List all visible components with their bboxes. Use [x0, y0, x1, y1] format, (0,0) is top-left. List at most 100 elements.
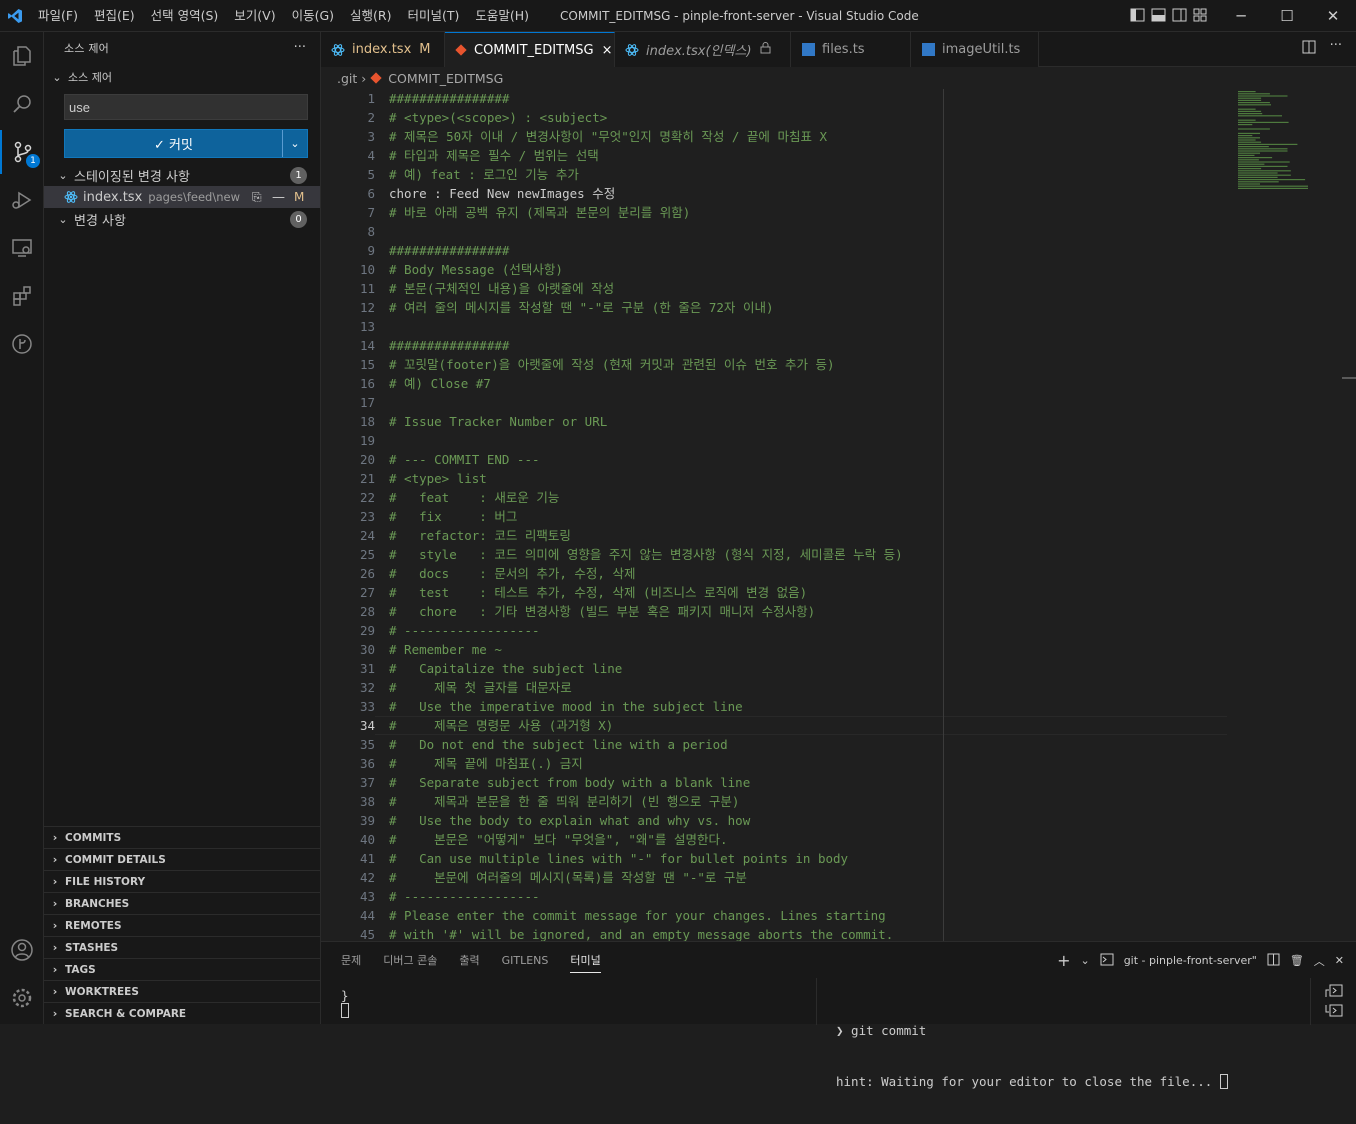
- code-line[interactable]: # 본문에 여러줄의 메시지(목록)를 작성할 땐 "-"로 구분: [389, 868, 1289, 887]
- open-file-icon[interactable]: ⎘: [252, 190, 262, 205]
- code-line[interactable]: # <type> list: [389, 469, 1289, 488]
- code-line[interactable]: chore : Feed New newImages 수정: [389, 184, 1289, 203]
- changes-header[interactable]: ⌄ 변경 사항 0: [44, 208, 320, 230]
- menu-item[interactable]: 선택 영역(S): [143, 0, 227, 32]
- code-line[interactable]: ################: [389, 336, 1289, 355]
- gitlens-section-remotes[interactable]: › REMOTES: [44, 914, 320, 936]
- code-line[interactable]: # 본문은 "어떻게" 보다 "무엇을", "왜"를 설명한다.: [389, 830, 1289, 849]
- code-line[interactable]: [389, 317, 1289, 336]
- minimize-button[interactable]: ─: [1218, 0, 1264, 32]
- split-terminal-icon[interactable]: [1267, 953, 1280, 969]
- breadcrumb-file[interactable]: COMMIT_EDITMSG: [388, 71, 503, 86]
- terminal-left-output[interactable]: }: [341, 988, 349, 1018]
- search-icon[interactable]: [0, 82, 44, 126]
- close-panel-icon[interactable]: ✕: [1335, 954, 1344, 967]
- code-line[interactable]: [389, 222, 1289, 241]
- commit-button[interactable]: ✓ 커밋 ⌄: [64, 129, 308, 158]
- vertical-scrollbar[interactable]: [1342, 89, 1356, 941]
- panel-tab[interactable]: 터미널: [570, 948, 601, 973]
- code-line[interactable]: # 제목 첫 글자를 대문자로: [389, 678, 1289, 697]
- tab-commit-editmsg[interactable]: COMMIT_EDITMSG ×: [445, 32, 615, 67]
- breadcrumb-folder[interactable]: .git: [337, 71, 357, 86]
- gitlens-icon[interactable]: [0, 322, 44, 366]
- code-line[interactable]: # Use the imperative mood in the subject…: [389, 697, 1289, 716]
- gitlens-section-stashes[interactable]: › STASHES: [44, 936, 320, 958]
- code-line[interactable]: # 바로 아래 공백 유지 (제목과 본문의 분리를 위함): [389, 203, 1289, 222]
- toggle-panel-icon[interactable]: [1151, 8, 1166, 22]
- explorer-icon[interactable]: [0, 34, 44, 78]
- code-line[interactable]: # 여러 줄의 메시지를 작성할 땐 "-"로 구분 (한 줄은 72자 이내): [389, 298, 1289, 317]
- gitlens-section-commits[interactable]: › COMMITS: [44, 826, 320, 848]
- menu-item[interactable]: 보기(V): [226, 0, 283, 32]
- extensions-icon[interactable]: [0, 274, 44, 318]
- panel-tab[interactable]: 출력: [459, 948, 479, 972]
- customize-layout-icon[interactable]: [1193, 8, 1208, 22]
- more-actions-icon[interactable]: ···: [294, 40, 306, 55]
- run-debug-icon[interactable]: [0, 178, 44, 222]
- code-line[interactable]: # 예) Close #7: [389, 374, 1289, 393]
- code-line[interactable]: # chore : 기타 변경사항 (빌드 부분 혹은 패키지 매니저 수정사항…: [389, 602, 1289, 621]
- terminal-right-output[interactable]: ❯ git commit hint: Waiting for your edit…: [836, 988, 1228, 1124]
- minimap[interactable]: [1236, 89, 1336, 199]
- code-line[interactable]: # 제목은 명령문 사용 (과거형 X): [389, 716, 1289, 735]
- account-icon[interactable]: [0, 928, 44, 972]
- code-line[interactable]: # <type>(<scope>) : <subject>: [389, 108, 1289, 127]
- code-line[interactable]: # Remember me ~: [389, 640, 1289, 659]
- remote-explorer-icon[interactable]: [0, 226, 44, 270]
- code-line[interactable]: # Body Message (선택사항): [389, 260, 1289, 279]
- code-line[interactable]: # Can use multiple lines with "-" for bu…: [389, 849, 1289, 868]
- close-window-button[interactable]: ✕: [1310, 0, 1356, 32]
- terminal-instance-icon[interactable]: [1325, 1004, 1343, 1022]
- split-editor-icon[interactable]: [1302, 40, 1316, 58]
- gitlens-section-tags[interactable]: › TAGS: [44, 958, 320, 980]
- tab-imageutil-ts[interactable]: imageUtil.ts: [911, 32, 1039, 67]
- unstage-icon[interactable]: —: [272, 190, 285, 205]
- menu-item[interactable]: 도움말(H): [467, 0, 537, 32]
- code-line[interactable]: # 제목 끝에 마침표(.) 금지: [389, 754, 1289, 773]
- panel-tab[interactable]: GITLENS: [502, 950, 549, 971]
- code-line[interactable]: # 타입과 제목은 필수 / 범위는 선택: [389, 146, 1289, 165]
- terminal-name[interactable]: git - pinple-front-server": [1124, 954, 1257, 967]
- code-line[interactable]: # --- COMMIT END ---: [389, 450, 1289, 469]
- menu-item[interactable]: 터미널(T): [400, 0, 468, 32]
- code-line[interactable]: # 제목은 50자 이내 / 변경사항이 "무엇"인지 명확히 작성 / 끝에 …: [389, 127, 1289, 146]
- maximize-button[interactable]: ☐: [1264, 0, 1310, 32]
- code-line[interactable]: # ------------------: [389, 887, 1289, 906]
- more-actions-icon[interactable]: ···: [1330, 39, 1342, 58]
- trash-icon[interactable]: 🗑: [1290, 954, 1304, 967]
- commit-message-input[interactable]: [64, 94, 308, 120]
- chevron-down-icon[interactable]: ⌄: [1080, 954, 1089, 967]
- new-terminal-icon[interactable]: +: [1057, 951, 1070, 970]
- code-line[interactable]: # fix : 버그: [389, 507, 1289, 526]
- settings-gear-icon[interactable]: [0, 976, 44, 1020]
- gitlens-section-worktrees[interactable]: › WORKTREES: [44, 980, 320, 1002]
- code-line[interactable]: # Use the body to explain what and why v…: [389, 811, 1289, 830]
- menu-item[interactable]: 파일(F): [30, 0, 86, 32]
- gitlens-section-search-compare[interactable]: › SEARCH & COMPARE: [44, 1002, 320, 1024]
- code-line[interactable]: # 본문(구체적인 내용)을 아랫줄에 작성: [389, 279, 1289, 298]
- menu-item[interactable]: 이동(G): [284, 0, 342, 32]
- code-line[interactable]: # with '#' will be ignored, and an empty…: [389, 925, 1289, 941]
- panel-tab[interactable]: 디버그 콘솔: [383, 948, 437, 972]
- source-control-icon[interactable]: 1: [0, 130, 44, 174]
- code-line[interactable]: # Do not end the subject line with a per…: [389, 735, 1289, 754]
- code-line[interactable]: # feat : 새로운 기능: [389, 488, 1289, 507]
- terminal-divider[interactable]: [816, 978, 817, 1025]
- code-line[interactable]: # ------------------: [389, 621, 1289, 640]
- toggle-primary-sidebar-icon[interactable]: [1130, 8, 1145, 22]
- tab-index-tsx-[interactable]: index.tsx(인덱스): [615, 32, 791, 67]
- code-editor[interactable]: 1 2 3 4 5 6 7 8 9 10 11 12 13 14 15 16 17 18 19 20 21 22 23 24 2…: [321, 89, 1356, 941]
- code-line[interactable]: [389, 393, 1289, 412]
- gitlens-section-commit-details[interactable]: › COMMIT DETAILS: [44, 848, 320, 870]
- code-line[interactable]: # Capitalize the subject line: [389, 659, 1289, 678]
- close-tab-icon[interactable]: ×: [602, 43, 613, 58]
- maximize-panel-icon[interactable]: ︿: [1314, 953, 1325, 969]
- code-line[interactable]: ################: [389, 89, 1289, 108]
- code-line[interactable]: # docs : 문서의 추가, 수정, 삭제: [389, 564, 1289, 583]
- commit-button-label[interactable]: ✓ 커밋: [65, 130, 283, 157]
- code-line[interactable]: # Issue Tracker Number or URL: [389, 412, 1289, 431]
- code-line[interactable]: # Separate subject from body with a blan…: [389, 773, 1289, 792]
- gitlens-section-branches[interactable]: › BRANCHES: [44, 892, 320, 914]
- staged-changes-header[interactable]: ⌄ 스테이징된 변경 사항 1: [44, 164, 320, 186]
- code-line[interactable]: # 꼬릿말(footer)을 아랫줄에 작성 (현재 커밋과 관련된 이슈 번호…: [389, 355, 1289, 374]
